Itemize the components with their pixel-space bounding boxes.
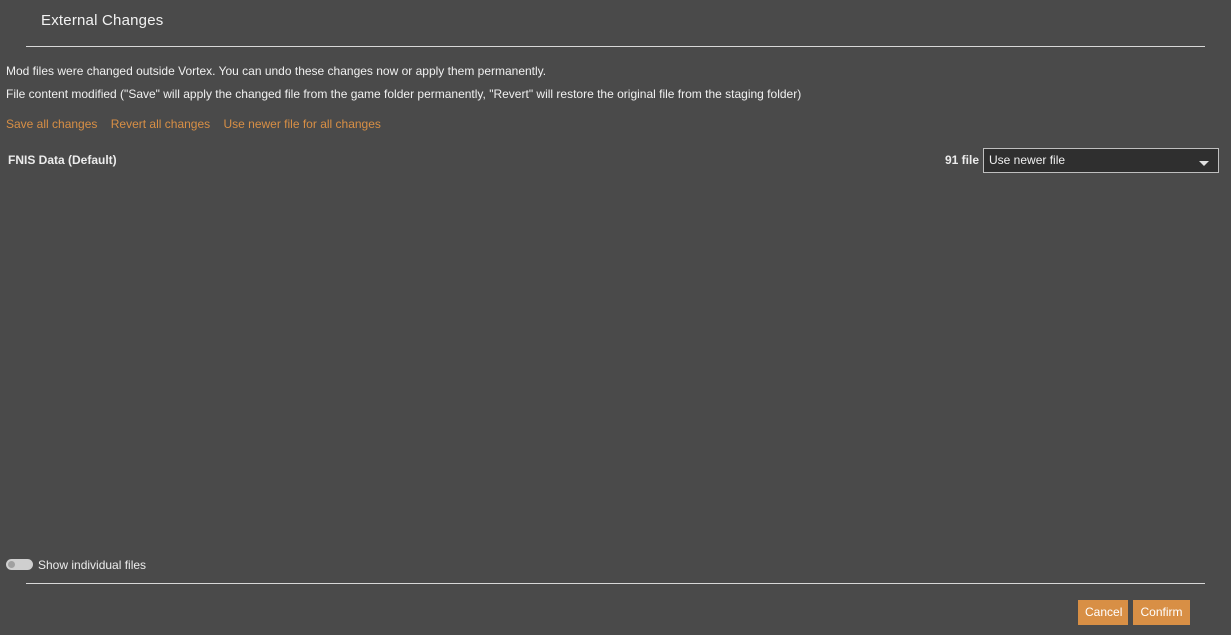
modification-explanation: File content modified ("Save" will apply… bbox=[6, 87, 802, 101]
bulk-actions: Save all changes Revert all changes Use … bbox=[6, 117, 391, 131]
footer-divider bbox=[26, 583, 1205, 584]
confirm-button[interactable]: Confirm bbox=[1133, 600, 1190, 625]
file-count: 91 file bbox=[944, 153, 979, 167]
revert-all-changes-link[interactable]: Revert all changes bbox=[111, 117, 210, 131]
action-select[interactable]: Use newer file bbox=[983, 148, 1219, 173]
toggle-knob bbox=[8, 561, 15, 568]
action-select-value: Use newer file bbox=[989, 153, 1066, 167]
dialog-title: External Changes bbox=[41, 12, 164, 29]
mod-change-row: FNIS Data (Default) 91 file Use newer fi… bbox=[8, 148, 1219, 173]
chevron-down-icon bbox=[1199, 161, 1209, 166]
external-changes-dialog: External Changes Mod files were changed … bbox=[0, 0, 1231, 635]
header-divider bbox=[26, 46, 1205, 47]
cancel-button[interactable]: Cancel bbox=[1078, 600, 1128, 625]
mod-name: FNIS Data (Default) bbox=[8, 153, 117, 167]
save-all-changes-link[interactable]: Save all changes bbox=[6, 117, 97, 131]
show-individual-files-label: Show individual files bbox=[38, 558, 147, 572]
use-newer-file-all-link[interactable]: Use newer file for all changes bbox=[223, 117, 380, 131]
info-message: Mod files were changed outside Vortex. Y… bbox=[6, 64, 547, 78]
show-individual-files-toggle[interactable] bbox=[6, 559, 33, 570]
